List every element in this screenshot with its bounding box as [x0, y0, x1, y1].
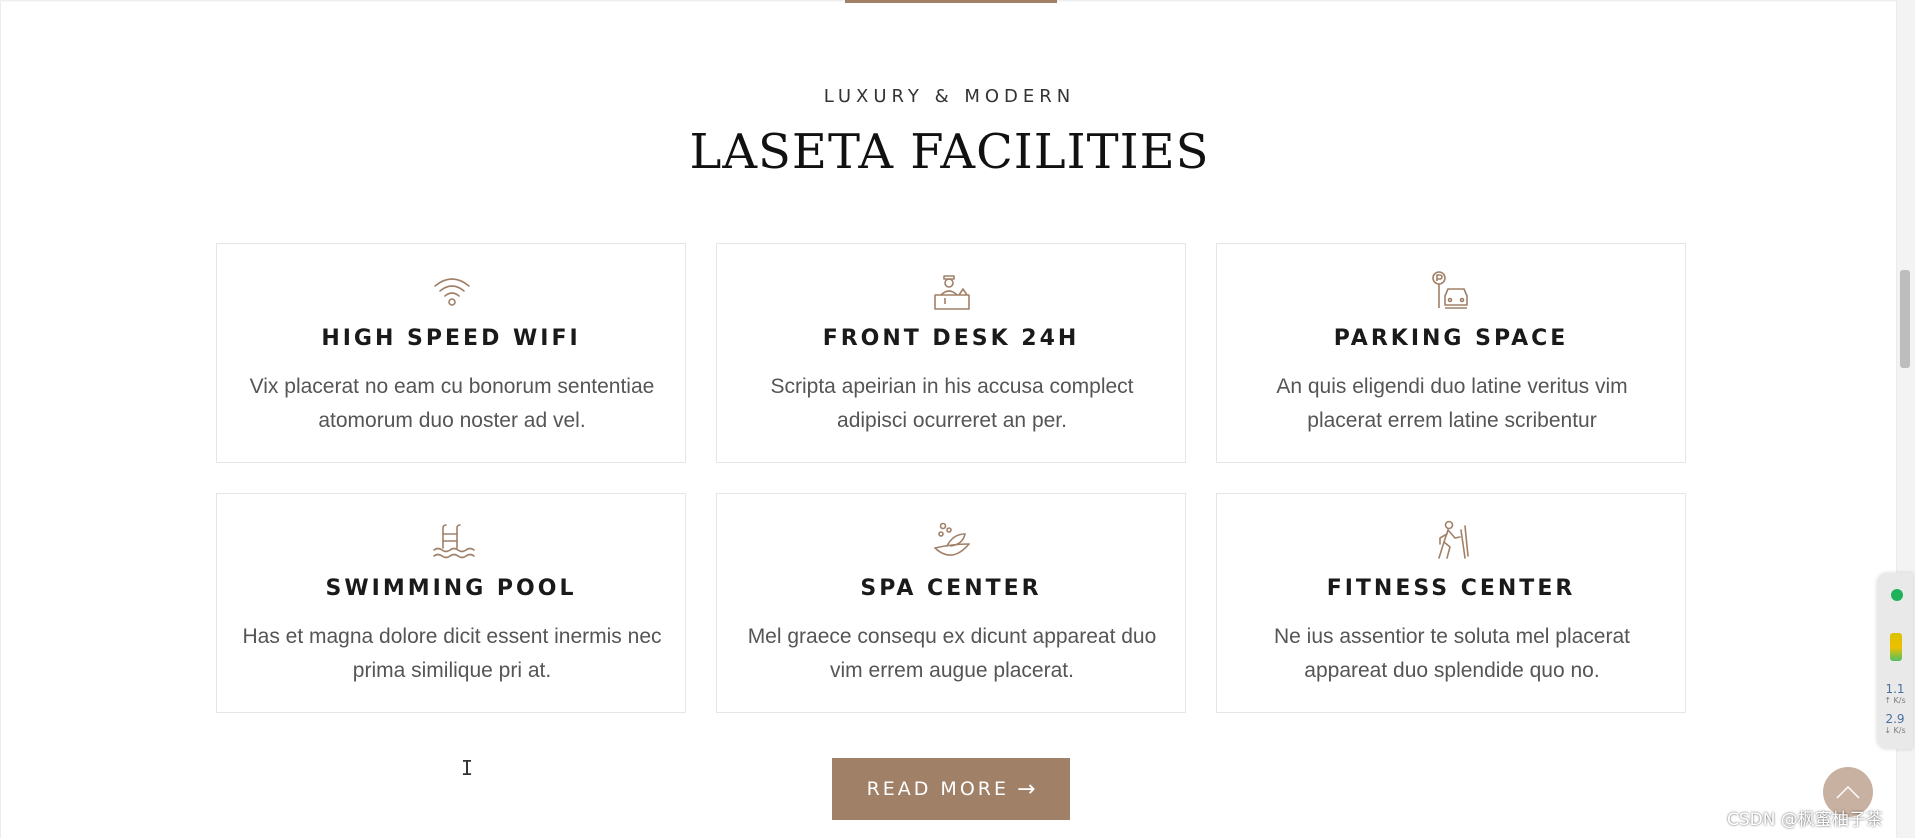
text-cursor-icon: I	[461, 756, 474, 780]
usage-bar	[1890, 633, 1902, 661]
network-monitor-widget[interactable]: 1.1 ↑ K/s 2.9 ↓ K/s	[1877, 573, 1913, 749]
facility-title: SWIMMING POOL	[325, 576, 577, 601]
facility-card-spa: SPA CENTER Mel graece consequ ex dicunt …	[716, 493, 1186, 713]
upload-speed-value: 1.1	[1885, 682, 1905, 696]
facility-title: FITNESS CENTER	[1326, 576, 1576, 601]
facility-card-parking: PARKING SPACE An quis eligendi duo latin…	[1216, 243, 1686, 463]
fitness-icon	[1429, 518, 1475, 564]
facility-description: Mel graece consequ ex dicunt appareat du…	[747, 625, 1157, 682]
swimming-pool-icon	[429, 518, 475, 564]
facility-description: An quis eligendi duo latine veritus vim …	[1276, 375, 1628, 432]
facility-card-front-desk: FRONT DESK 24H Scripta apeirian in his a…	[716, 243, 1186, 463]
scrollbar-thumb[interactable]	[1900, 270, 1910, 368]
download-speed-unit: ↓ K/s	[1884, 726, 1906, 735]
facility-description: Vix placerat no eam cu bonorum sententia…	[249, 375, 655, 432]
facility-card-wifi: HIGH SPEED WIFI Vix placerat no eam cu b…	[216, 243, 686, 463]
chevron-up-icon	[1836, 785, 1860, 799]
facility-title: SPA CENTER	[860, 576, 1042, 601]
facility-description: Ne ius assentior te soluta mel placerat …	[1273, 625, 1630, 682]
facility-title: HIGH SPEED WIFI	[321, 326, 581, 351]
upload-speed: 1.1 ↑ K/s	[1877, 683, 1913, 707]
arrow-right-icon: →	[1017, 776, 1036, 802]
facility-title: PARKING SPACE	[1333, 326, 1569, 351]
upload-speed-unit: ↑ K/s	[1884, 696, 1906, 705]
download-speed: 2.9 ↓ K/s	[1877, 713, 1913, 737]
download-speed-value: 2.9	[1885, 712, 1905, 726]
wifi-icon	[429, 268, 475, 314]
section-subtitle: LUXURY & MODERN	[823, 86, 1076, 107]
read-more-button[interactable]: READ MORE →	[832, 758, 1070, 820]
active-nav-indicator	[845, 0, 1057, 3]
section-title: LASETA FACILITIES	[689, 124, 1210, 180]
facility-card-swimming-pool: SWIMMING POOL Has et magna dolore dicit …	[216, 493, 686, 713]
facility-description: Has et magna dolore dicit essent inermis…	[242, 625, 662, 682]
facility-title: FRONT DESK 24H	[822, 326, 1080, 351]
read-more-label: READ MORE	[866, 778, 1009, 800]
spa-icon	[929, 518, 975, 564]
front-desk-icon	[929, 268, 975, 314]
facility-description: Scripta apeirian in his accusa complect …	[770, 375, 1134, 432]
parking-icon	[1429, 268, 1475, 314]
facility-card-fitness: FITNESS CENTER Ne ius assentior te solut…	[1216, 493, 1686, 713]
watermark: CSDN @枫蜜柚子茶	[1727, 810, 1883, 830]
page: LUXURY & MODERN LASETA FACILITIES HIGH S…	[0, 0, 1897, 838]
status-dot-icon	[1891, 589, 1903, 601]
